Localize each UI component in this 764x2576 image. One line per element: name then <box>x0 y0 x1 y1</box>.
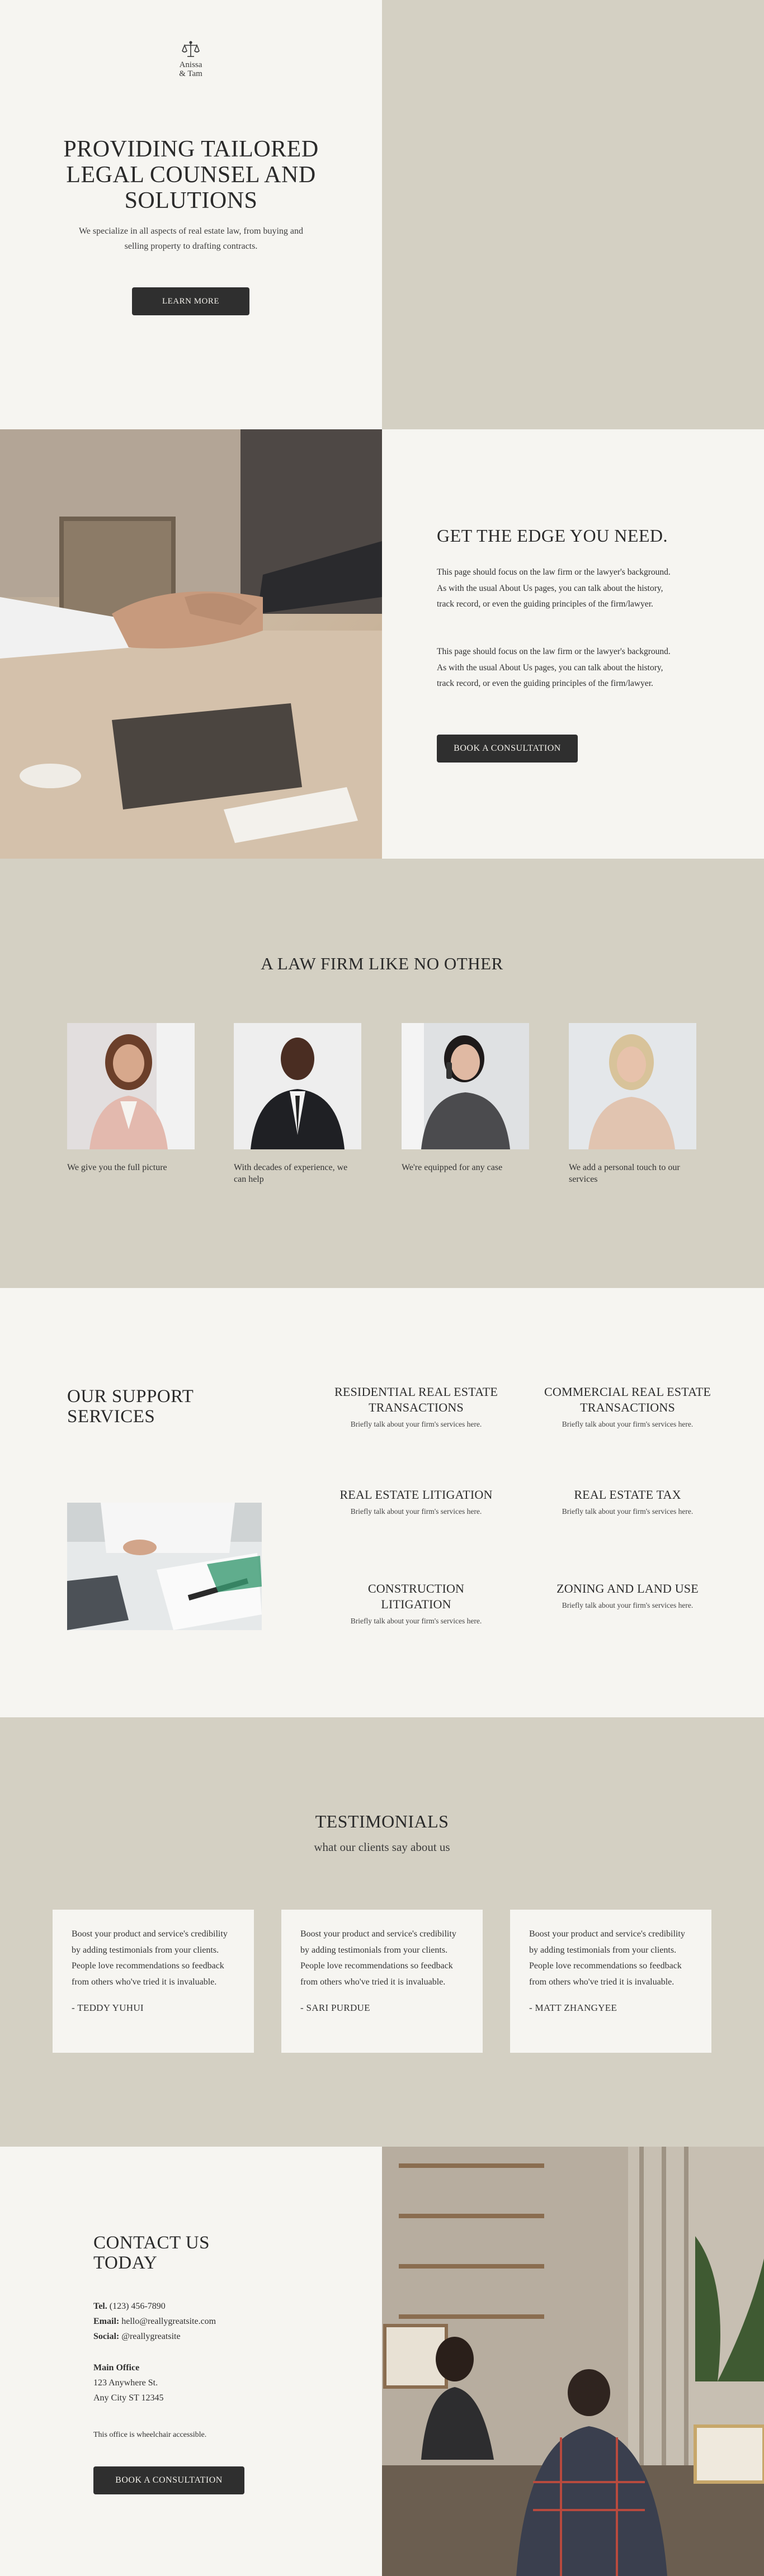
testimonials-title: TESTIMONIALS <box>315 1811 449 1831</box>
contact-email-row: Email: hello@reallygreatsite.com <box>93 2314 216 2329</box>
about-text-panel: GET THE EDGE YOU NEED. This page should … <box>382 429 764 859</box>
team-member-card: We add a personal touch to our services <box>569 1023 696 1185</box>
testimonials-subtitle: what our clients say about us <box>314 1840 450 1854</box>
book-consultation-button[interactable]: BOOK A CONSULTATION <box>437 735 578 763</box>
accessibility-note: This office is wheelchair accessible. <box>93 2431 207 2439</box>
contact-panel: CONTACT US TODAY Tel. (123) 456-7890 Ema… <box>0 2147 382 2576</box>
service-item[interactable]: REAL ESTATE TAX Briefly talk about your … <box>544 1487 711 1516</box>
contact-section: CONTACT US TODAY Tel. (123) 456-7890 Ema… <box>0 2147 764 2576</box>
testimonial-author: - SARI PURDUE <box>300 2002 370 2013</box>
email-value[interactable]: hello@reallygreatsite.com <box>121 2317 216 2326</box>
service-description: Briefly talk about your firm's services … <box>562 1420 694 1428</box>
hero-left-panel: Anissa & Tam PROVIDING TAILORED LEGAL CO… <box>0 0 382 429</box>
testimonial-quote: Boost your product and service's credibi… <box>72 1929 228 1987</box>
service-heading: REAL ESTATE LITIGATION <box>339 1488 493 1502</box>
service-item[interactable]: REAL ESTATE LITIGATION Briefly talk abou… <box>332 1487 500 1516</box>
book-consultation-button[interactable]: BOOK A CONSULTATION <box>93 2466 244 2494</box>
handshake-photo <box>0 429 382 859</box>
team-member-caption: We give you the full picture <box>67 1163 167 1172</box>
about-section: GET THE EDGE YOU NEED. This page should … <box>0 429 764 859</box>
testimonial-author: - TEDDY YUHUI <box>72 2002 144 2013</box>
address-line-2: Any City ST 12345 <box>93 2393 164 2403</box>
learn-more-button[interactable]: LEARN MORE <box>132 287 249 315</box>
team-member-caption: We add a personal touch to our services <box>569 1163 680 1184</box>
testimonial-card: Boost your product and service's credibi… <box>53 1910 254 2053</box>
email-label: Email: <box>93 2317 120 2326</box>
hero-right-panel <box>382 0 764 429</box>
about-paragraph-1: This page should focus on the law firm o… <box>437 567 671 609</box>
scales-of-justice-icon <box>181 40 200 59</box>
services-title: OUR SUPPORT SERVICES <box>67 1386 194 1427</box>
testimonial-quote: Boost your product and service's credibi… <box>529 1929 685 1987</box>
hero-section: Anissa & Tam PROVIDING TAILORED LEGAL CO… <box>0 0 764 429</box>
brand-name-line2: & Tam <box>179 69 202 78</box>
contract-signing-photo <box>67 1503 262 1630</box>
phone-label: Tel. <box>93 2302 107 2311</box>
brand-name-line1: Anissa <box>179 60 202 69</box>
team-member-photo <box>234 1023 361 1149</box>
contact-social-row: Social: @reallygreatsite <box>93 2329 216 2344</box>
address-line-1: 123 Anywhere St. <box>93 2378 158 2388</box>
team-member-photo <box>569 1023 696 1149</box>
office-address: Main Office 123 Anywhere St. Any City ST… <box>93 2360 164 2405</box>
testimonial-card: Boost your product and service's credibi… <box>281 1910 483 2053</box>
service-description: Briefly talk about your firm's services … <box>350 1507 482 1516</box>
contact-phone-row: Tel. (123) 456-7890 <box>93 2299 216 2314</box>
contact-details: Tel. (123) 456-7890 Email: hello@reallyg… <box>93 2299 216 2344</box>
team-member-caption: With decades of experience, we can help <box>234 1163 348 1184</box>
testimonials-section: TESTIMONIALS what our clients say about … <box>0 1717 764 2147</box>
hero-title: PROVIDING TAILORED LEGAL COUNSEL AND SOL… <box>63 136 319 214</box>
team-title: A LAW FIRM LIKE NO OTHER <box>261 954 503 973</box>
brand-logo[interactable]: Anissa & Tam <box>168 40 214 78</box>
phone-value[interactable]: (123) 456-7890 <box>110 2302 166 2311</box>
service-description: Briefly talk about your firm's services … <box>350 1420 482 1428</box>
team-member-card: With decades of experience, we can help <box>234 1023 361 1185</box>
service-heading: ZONING AND LAND USE <box>557 1581 699 1595</box>
team-member-photo <box>67 1023 195 1149</box>
team-member-photo <box>402 1023 529 1149</box>
service-description: Briefly talk about your firm's services … <box>350 1617 482 1625</box>
service-heading: REAL ESTATE TAX <box>574 1488 681 1502</box>
hero-description: We specialize in all aspects of real est… <box>78 226 304 251</box>
testimonial-author: - MATT ZHANGYEE <box>529 2002 617 2013</box>
service-item[interactable]: CONSTRUCTION LITIGATION Briefly talk abo… <box>332 1581 500 1626</box>
contact-title: CONTACT US TODAY <box>93 2233 210 2273</box>
social-label: Social: <box>93 2332 120 2341</box>
team-member-card: We give you the full picture <box>67 1023 195 1173</box>
service-item[interactable]: COMMERCIAL REAL ESTATE TRANSACTIONS Brie… <box>544 1384 711 1429</box>
office-meeting-photo <box>382 2147 764 2576</box>
social-value[interactable]: @reallygreatsite <box>121 2332 180 2341</box>
service-item[interactable]: ZONING AND LAND USE Briefly talk about y… <box>544 1581 711 1610</box>
service-heading: CONSTRUCTION LITIGATION <box>367 1581 465 1611</box>
team-member-caption: We're equipped for any case <box>402 1163 503 1172</box>
service-item[interactable]: RESIDENTIAL REAL ESTATE TRANSACTIONS Bri… <box>332 1384 500 1429</box>
service-heading: COMMERCIAL REAL ESTATE TRANSACTIONS <box>544 1385 711 1414</box>
testimonial-card: Boost your product and service's credibi… <box>510 1910 711 2053</box>
team-member-card: We're equipped for any case <box>402 1023 529 1173</box>
about-title: GET THE EDGE YOU NEED. <box>437 525 668 546</box>
testimonial-quote: Boost your product and service's credibi… <box>300 1929 456 1987</box>
service-description: Briefly talk about your firm's services … <box>562 1601 694 1609</box>
service-heading: RESIDENTIAL REAL ESTATE TRANSACTIONS <box>334 1385 498 1414</box>
about-paragraph-2: This page should focus on the law firm o… <box>437 647 671 688</box>
office-label: Main Office <box>93 2363 140 2373</box>
service-description: Briefly talk about your firm's services … <box>562 1507 694 1516</box>
team-section: A LAW FIRM LIKE NO OTHER We give you the… <box>0 859 764 1288</box>
services-section: OUR SUPPORT SERVICES RESIDENTIAL REAL ES… <box>0 1288 764 1717</box>
